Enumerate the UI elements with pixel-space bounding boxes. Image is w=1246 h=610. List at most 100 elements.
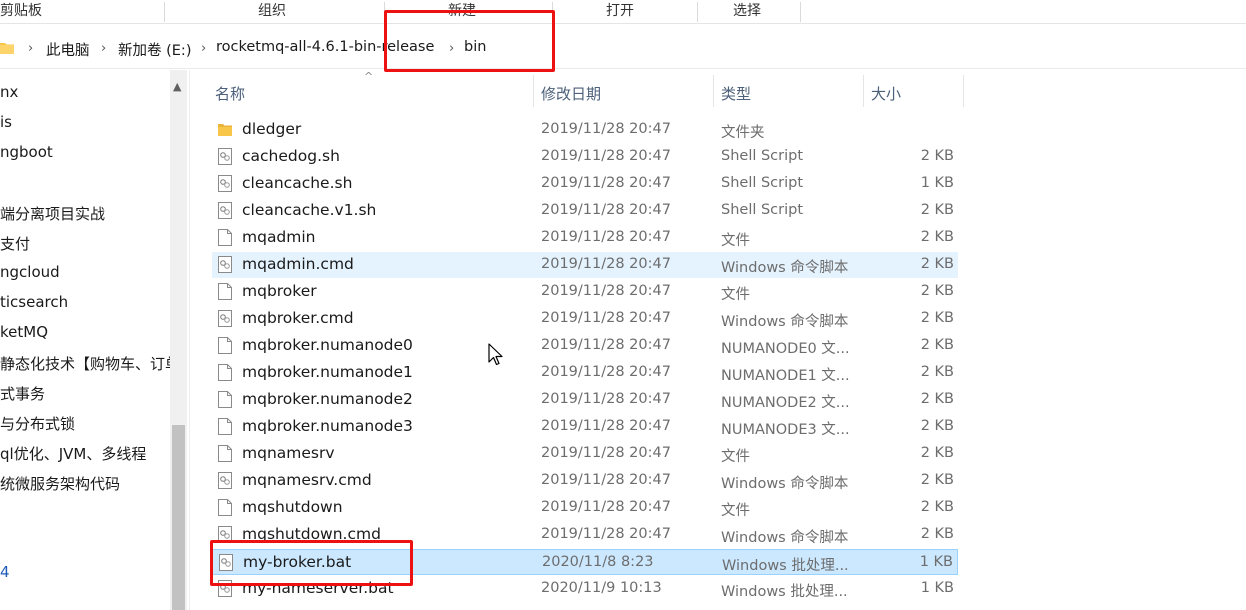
file-size: 1 KB (919, 554, 953, 570)
file-size: 2 KB (920, 472, 954, 488)
file-icon (218, 445, 232, 462)
column-header-size[interactable]: 大小 (871, 83, 901, 104)
folder-icon (218, 124, 232, 136)
file-row[interactable]: mqbroker.numanode0 2019/11/28 20:47 NUMANO… (212, 333, 958, 359)
nav-item[interactable]: ngcloud (0, 263, 170, 281)
file-row[interactable]: mqbroker.cmd 2019/11/28 20:47 Windows 命令脚本… (212, 306, 958, 332)
file-type: 文件 (721, 449, 750, 465)
file-size: 2 KB (920, 445, 954, 461)
file-modified-date: 2019/11/28 20:47 (541, 472, 671, 488)
column-separator[interactable] (713, 75, 714, 107)
column-separator[interactable] (533, 75, 534, 107)
file-icon (218, 499, 232, 516)
file-size: 2 KB (920, 202, 954, 218)
file-icon (218, 229, 232, 246)
file-size: 2 KB (920, 148, 954, 164)
nav-item[interactable]: 支付 (0, 233, 170, 254)
ribbon-group-select: 选择 (733, 3, 761, 19)
column-header-type[interactable]: 类型 (721, 83, 751, 104)
file-row[interactable]: cleancache.v1.sh 2019/11/28 20:47 Shell Sc… (212, 198, 958, 224)
file-type: Shell Script (721, 175, 804, 191)
nav-item[interactable]: 静态化技术【购物车、订单 (0, 353, 170, 374)
nav-item[interactable]: 统微服务架构代码 (0, 473, 170, 494)
nav-item[interactable]: 4 (0, 563, 170, 581)
chevron-right-icon[interactable]: › (101, 41, 106, 56)
file-name: cleancache.sh (242, 174, 353, 192)
nav-item[interactable]: 与分布式锁 (0, 413, 170, 434)
file-modified-date: 2019/11/28 20:47 (541, 445, 671, 461)
ribbon-group-organize: 组织 (258, 3, 286, 19)
nav-item[interactable]: ticsearch (0, 293, 170, 311)
file-modified-date: 2019/11/28 20:47 (541, 121, 671, 137)
file-size: 2 KB (920, 364, 954, 380)
file-size: 1 KB (920, 175, 954, 191)
file-type: Windows 命令脚本 (721, 314, 849, 330)
file-name: dledger (242, 120, 302, 138)
file-modified-date: 2019/11/28 20:47 (541, 337, 671, 353)
file-row[interactable]: mqbroker.numanode2 2019/11/28 20:47 NUMANO… (212, 387, 958, 413)
file-row[interactable]: cleancache.sh 2019/11/28 20:47 Shell Scrip… (212, 171, 958, 197)
nav-scrollbar[interactable]: ▲ (170, 70, 187, 610)
file-modified-date: 2019/11/28 20:47 (541, 283, 671, 299)
file-name: mqbroker.cmd (242, 309, 354, 327)
file-type: NUMANODE2 文... (721, 395, 850, 411)
scrollbar-thumb[interactable] (172, 425, 185, 610)
nav-item[interactable]: nx (0, 83, 170, 101)
file-row[interactable]: cachedog.sh 2019/11/28 20:47 Shell Script 2… (212, 144, 958, 170)
file-icon (218, 418, 232, 435)
file-type: 文件夹 (721, 125, 765, 141)
nav-item[interactable]: 端分离项目实战 (0, 203, 170, 224)
script-file-icon (218, 175, 232, 192)
file-name: mqadmin (242, 228, 316, 246)
address-bar[interactable]: › 此电脑 › 新加卷 (E:) › rocketmq-all-4.6.1-bi… (0, 29, 1246, 69)
file-row[interactable]: mqadmin 2019/11/28 20:47 文件 2 KB (212, 225, 958, 251)
scroll-up-arrow-icon[interactable]: ▲ (173, 80, 181, 93)
file-size: 2 KB (920, 418, 954, 434)
chevron-right-icon[interactable]: › (201, 41, 206, 56)
file-type: Windows 批处理... (721, 584, 848, 600)
file-row[interactable]: mqnamesrv.cmd 2019/11/28 20:47 Windows 命令脚… (212, 468, 958, 494)
highlight-box-selected-file (210, 540, 413, 586)
ribbon-separator (697, 2, 698, 22)
highlight-box-address (384, 10, 555, 72)
breadcrumb-drive[interactable]: 新加卷 (E:) (118, 39, 191, 60)
file-modified-date: 2019/11/28 20:47 (541, 364, 671, 380)
file-type: 文件 (721, 233, 750, 249)
file-row[interactable]: dledger 2019/11/28 20:47 文件夹 (212, 117, 958, 143)
file-row[interactable]: mqbroker.numanode3 2019/11/28 20:47 NUMANO… (212, 414, 958, 440)
ribbon-separator (164, 2, 165, 22)
nav-item[interactable]: ngboot (0, 143, 170, 161)
file-size: 2 KB (920, 283, 954, 299)
column-header-modified[interactable]: 修改日期 (541, 83, 601, 104)
file-type: Shell Script (721, 202, 804, 218)
column-header-name[interactable]: 名称 (215, 83, 245, 104)
file-modified-date: 2019/11/28 20:47 (541, 202, 671, 218)
ribbon-group-open: 打开 (606, 3, 634, 19)
file-type: Windows 命令脚本 (721, 260, 849, 276)
file-row[interactable]: mqadmin.cmd 2019/11/28 20:47 Windows 命令脚本 2… (212, 252, 958, 278)
file-type: NUMANODE1 文... (721, 368, 850, 384)
nav-item[interactable]: 式事务 (0, 383, 170, 404)
file-icon (218, 283, 232, 300)
file-type: Windows 批处理... (722, 558, 849, 574)
file-name: mqbroker.numanode1 (242, 363, 413, 381)
file-modified-date: 2019/11/28 20:47 (541, 256, 671, 272)
file-row[interactable]: mqnamesrv 2019/11/28 20:47 文件 2 KB (212, 441, 958, 467)
file-modified-date: 2020/11/8 8:23 (542, 554, 654, 570)
file-name: cleancache.v1.sh (242, 201, 377, 219)
file-size: 2 KB (920, 337, 954, 353)
script-file-icon (218, 202, 232, 219)
column-header-bar: 名称 修改日期 类型 大小 (200, 70, 970, 114)
breadcrumb-this-pc[interactable]: 此电脑 (46, 39, 90, 60)
column-separator[interactable] (863, 75, 864, 107)
file-row[interactable]: mqbroker 2019/11/28 20:47 文件 2 KB (212, 279, 958, 305)
nav-item[interactable]: ketMQ (0, 323, 170, 341)
file-row[interactable]: mqbroker.numanode1 2019/11/28 20:47 NUMANO… (212, 360, 958, 386)
file-modified-date: 2019/11/28 20:47 (541, 229, 671, 245)
column-separator[interactable] (963, 75, 964, 107)
file-row[interactable]: mqshutdown 2019/11/28 20:47 文件 2 KB (212, 495, 958, 521)
file-name: cachedog.sh (242, 147, 340, 165)
nav-item[interactable]: ql优化、JVM、多线程 (0, 443, 170, 464)
file-type: NUMANODE3 文... (721, 422, 850, 438)
nav-item[interactable]: is (0, 113, 170, 131)
